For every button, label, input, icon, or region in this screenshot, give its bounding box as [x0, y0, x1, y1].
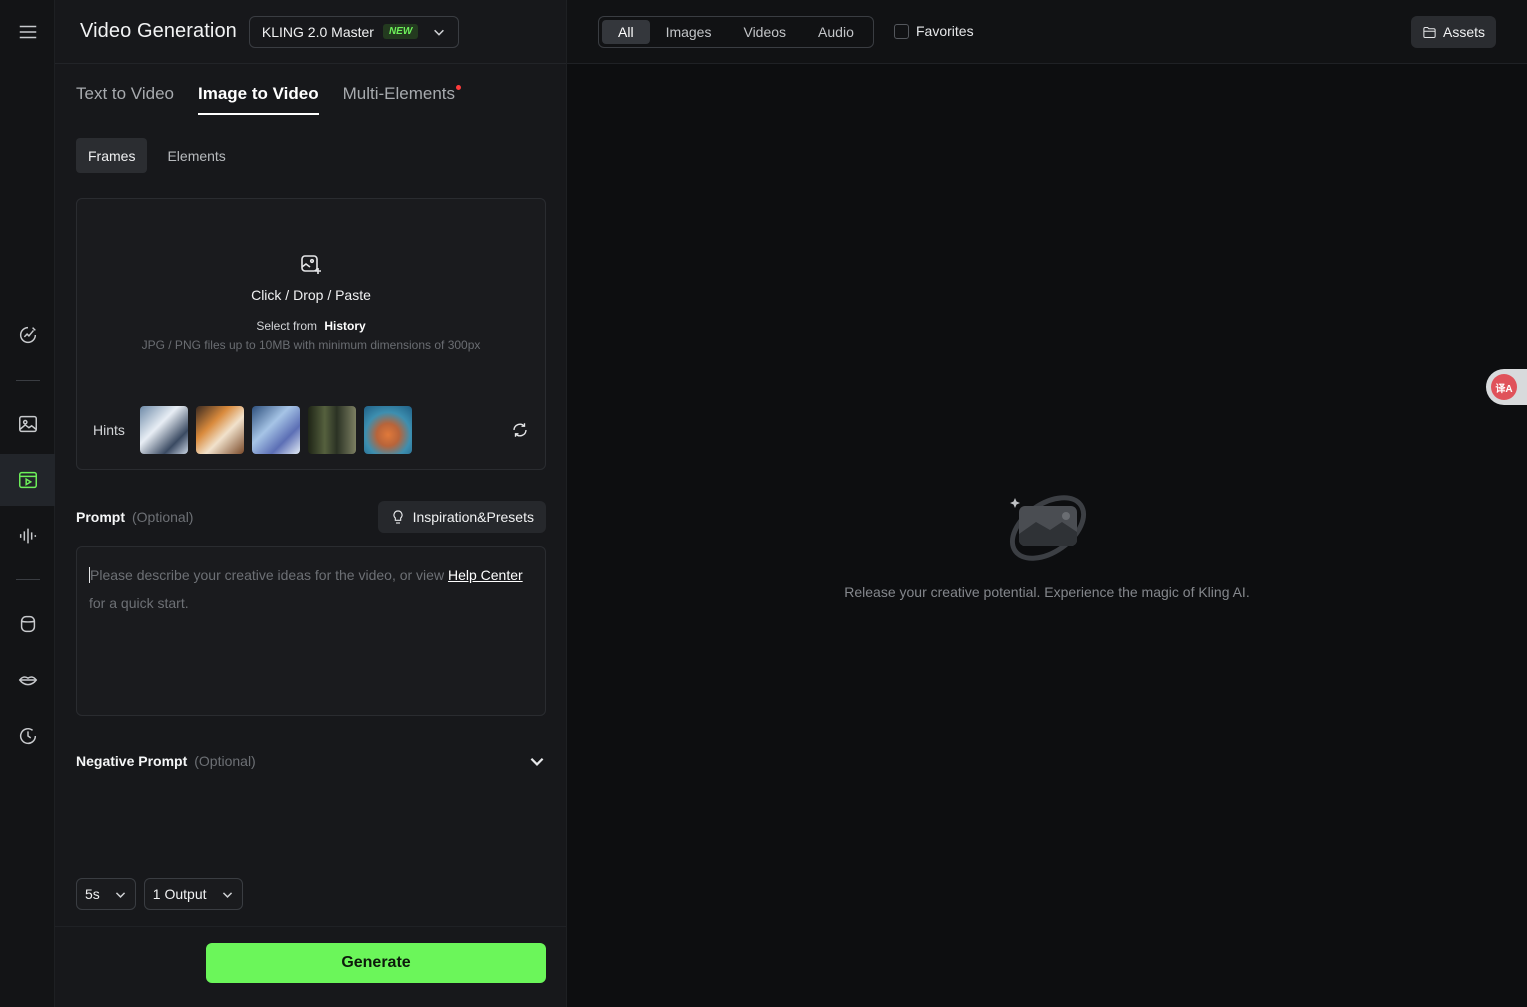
assets-label: Assets — [1443, 24, 1486, 40]
upload-icon — [299, 253, 323, 282]
negative-prompt-optional-label: (Optional) — [194, 753, 256, 769]
filter-videos[interactable]: Videos — [727, 20, 802, 44]
edit-image-icon — [19, 326, 36, 344]
upload-instructions: Click / Drop / Paste — [251, 287, 371, 303]
panel-header: Video Generation KLING 2.0 Master NEW — [55, 0, 566, 64]
sidebar-item-lip-sync[interactable] — [0, 654, 55, 706]
menu-button[interactable] — [0, 6, 55, 58]
prompt-placeholder: Please describe your creative ideas for … — [90, 567, 445, 583]
prompt-placeholder-end: for a quick start. — [89, 595, 189, 611]
avatar-icon — [20, 615, 35, 633]
audio-icon — [19, 528, 36, 544]
negative-prompt-toggle[interactable]: Negative Prompt (Optional) — [76, 752, 546, 770]
image-upload-area[interactable]: Click / Drop / Paste Select from History… — [76, 198, 546, 470]
negative-prompt-label: Negative Prompt — [76, 753, 188, 769]
filter-images[interactable]: Images — [650, 20, 728, 44]
bulb-icon — [393, 510, 403, 524]
prompt-label: Prompt — [76, 509, 125, 525]
mode-tabs: Text to Video Image to Video Multi-Eleme… — [76, 84, 479, 115]
tab-multi-elements[interactable]: Multi-Elements — [342, 84, 462, 115]
sidebar-item-image-edit[interactable] — [0, 309, 55, 361]
chevron-down-icon — [528, 752, 546, 770]
tab-multi-elements-label: Multi-Elements — [342, 84, 456, 103]
output-count-value: 1 Output — [152, 886, 207, 902]
favorites-checkbox[interactable] — [894, 23, 909, 39]
rail-divider — [16, 380, 40, 381]
hints-label: Hints — [93, 422, 125, 438]
presets-label: Inspiration&Presets — [412, 509, 534, 525]
sidebar-rail — [0, 0, 55, 1007]
empty-state-message: Release your creative potential. Experie… — [844, 584, 1250, 600]
prompt-input[interactable]: Please describe your creative ideas for … — [76, 546, 546, 716]
sidebar-item-video[interactable] — [0, 454, 55, 506]
hint-thumbnail[interactable] — [195, 406, 244, 454]
generation-panel: Video Generation KLING 2.0 Master NEW Te… — [55, 0, 567, 1007]
model-name: KLING 2.0 Master — [261, 23, 374, 40]
chevron-down-icon — [432, 25, 446, 39]
upload-requirements: JPG / PNG files up to 10MB with minimum … — [141, 338, 481, 352]
prompt-optional-label: (Optional) — [132, 509, 194, 525]
favorites-label: Favorites — [916, 23, 974, 39]
results-toolbar: All Images Videos Audio Favorites Assets — [567, 0, 1527, 64]
favorites-filter[interactable]: Favorites — [894, 23, 974, 39]
page-title: Video Generation — [80, 20, 237, 42]
refresh-hints-button[interactable] — [511, 421, 529, 439]
hint-thumbnail[interactable] — [139, 406, 188, 454]
tab-text-to-video[interactable]: Text to Video — [76, 84, 174, 115]
hints-row: Hints — [93, 406, 420, 454]
chevron-down-icon — [114, 888, 127, 901]
subtab-frames[interactable]: Frames — [76, 138, 148, 173]
history-icon — [19, 727, 36, 745]
history-link[interactable]: History — [324, 319, 365, 333]
sidebar-item-avatar[interactable] — [0, 598, 55, 650]
help-center-link[interactable]: Help Center — [448, 567, 523, 583]
inspiration-presets-button[interactable]: Inspiration&Presets — [377, 501, 546, 533]
hint-thumbnail[interactable] — [251, 406, 300, 454]
sub-tabs: Frames Elements — [76, 138, 246, 173]
hint-thumbnail[interactable] — [307, 406, 356, 454]
filter-all[interactable]: All — [602, 20, 650, 44]
refresh-icon — [513, 423, 527, 437]
prompt-header: Prompt (Optional) Inspiration&Presets — [76, 501, 546, 533]
rail-divider — [16, 579, 40, 580]
media-filter: All Images Videos Audio — [598, 16, 874, 48]
sidebar-item-audio[interactable] — [0, 510, 55, 562]
subtab-elements[interactable]: Elements — [155, 138, 237, 173]
translate-widget[interactable]: 译A — [1486, 369, 1527, 405]
lips-icon — [18, 676, 37, 686]
menu-icon — [19, 25, 36, 39]
tab-image-to-video[interactable]: Image to Video — [197, 84, 319, 115]
sidebar-item-history[interactable] — [0, 710, 55, 762]
footer-divider — [55, 926, 566, 927]
sidebar-item-images[interactable] — [0, 398, 55, 450]
select-from-history: Select from History — [77, 319, 545, 333]
generate-button[interactable]: Generate — [206, 943, 546, 983]
new-badge: NEW — [382, 24, 419, 39]
assets-button[interactable]: Assets — [1411, 16, 1497, 48]
image-icon — [18, 415, 37, 433]
chevron-down-icon — [221, 888, 234, 901]
notification-dot — [456, 85, 462, 90]
video-icon — [18, 471, 37, 489]
duration-select[interactable]: 5s — [76, 878, 136, 910]
output-count-select[interactable]: 1 Output — [143, 878, 243, 910]
select-from-label: Select from — [256, 319, 317, 333]
duration-value: 5s — [85, 886, 100, 902]
model-selector[interactable]: KLING 2.0 Master NEW — [248, 15, 459, 48]
filter-audio[interactable]: Audio — [802, 20, 870, 44]
empty-state-illustration — [1000, 488, 1092, 577]
hint-thumbnail[interactable] — [363, 406, 412, 454]
translate-icon: 译A — [1491, 374, 1517, 400]
generation-options: 5s 1 Output — [76, 878, 251, 910]
folder-icon — [1423, 26, 1436, 38]
